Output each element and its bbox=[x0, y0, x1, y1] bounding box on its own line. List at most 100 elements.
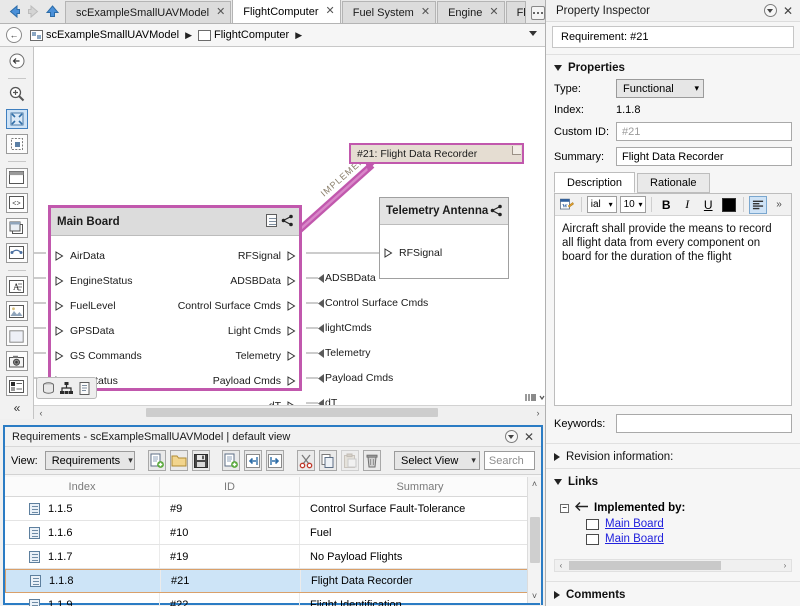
tab-engine[interactable]: Engine ✕ bbox=[437, 1, 504, 23]
breadcrumb-back-button[interactable]: ← bbox=[6, 27, 22, 43]
fit-to-view-icon[interactable] bbox=[6, 109, 28, 129]
model-canvas[interactable]: IMPLEMENTS #21: Flight Data Recorder Mai… bbox=[34, 47, 545, 405]
revision-information-section-header[interactable]: Revision information: bbox=[546, 443, 800, 468]
link-label[interactable]: Main Board bbox=[605, 518, 664, 530]
table-row-selected[interactable]: 1.1.8 #21 Flight Data Recorder bbox=[5, 569, 541, 593]
output-port-rfsignal[interactable]: RFSignal bbox=[238, 249, 296, 263]
input-port-rfsignal[interactable]: RFSignal bbox=[384, 246, 442, 260]
bold-button[interactable]: B bbox=[657, 196, 675, 214]
promote-button[interactable] bbox=[244, 450, 262, 471]
properties-section-header[interactable]: Properties bbox=[546, 54, 800, 79]
search-input[interactable]: Search bbox=[484, 451, 535, 470]
input-port-gs-commands[interactable]: GS Commands bbox=[55, 349, 142, 363]
hierarchy-icon[interactable] bbox=[59, 381, 74, 396]
tab-rationale[interactable]: Rationale bbox=[637, 173, 709, 193]
align-left-icon[interactable] bbox=[749, 196, 767, 214]
legend-icon[interactable] bbox=[6, 376, 28, 396]
tab-scexamplesmalluavmodel[interactable]: scExampleSmallUAVModel ✕ bbox=[65, 1, 231, 23]
requirement-annotation[interactable]: #21: Flight Data Recorder bbox=[349, 143, 524, 164]
description-editor[interactable]: W ial ▾ 10 ▾ B I U bbox=[554, 193, 792, 406]
output-port-adsbdata[interactable]: ADSBData bbox=[230, 274, 296, 288]
scrollbar-thumb[interactable] bbox=[569, 561, 721, 570]
tab-flightcomputer[interactable]: FlightComputer ✕ bbox=[232, 0, 340, 23]
column-header-id[interactable]: ID bbox=[160, 477, 300, 496]
input-port-fuellevel[interactable]: FuelLevel bbox=[55, 299, 116, 313]
document-icon[interactable] bbox=[266, 214, 277, 227]
reference-component-icon[interactable] bbox=[6, 218, 28, 238]
link-label[interactable]: Main Board bbox=[605, 533, 664, 545]
demote-button[interactable] bbox=[266, 450, 284, 471]
scrollbar-thumb[interactable] bbox=[530, 517, 540, 563]
close-icon[interactable]: ✕ bbox=[489, 7, 498, 18]
link-item[interactable]: Main Board bbox=[586, 518, 800, 530]
scroll-right-arrow[interactable]: › bbox=[779, 561, 791, 570]
column-header-index[interactable]: Index bbox=[5, 477, 160, 496]
underline-button[interactable]: U bbox=[699, 196, 717, 214]
back-arrow-icon[interactable] bbox=[6, 3, 23, 20]
new-requirement-set-button[interactable] bbox=[148, 450, 166, 471]
image-annotation-icon[interactable] bbox=[6, 301, 28, 321]
block-telemetry-antenna[interactable]: Telemetry Antenna RFSignal bbox=[379, 197, 509, 279]
description-text[interactable]: Aircraft shall provide the means to reco… bbox=[555, 216, 791, 270]
collapse-toggle[interactable]: − bbox=[560, 504, 569, 513]
save-button[interactable] bbox=[192, 450, 210, 471]
requirements-vertical-scrollbar[interactable]: ˄ ˅ bbox=[527, 477, 541, 603]
toolbar-overflow-button[interactable]: » bbox=[770, 196, 788, 214]
chevron-down-icon[interactable] bbox=[529, 31, 537, 36]
close-icon[interactable]: ✕ bbox=[524, 431, 534, 443]
component-icon[interactable] bbox=[6, 168, 28, 188]
keywords-field[interactable] bbox=[616, 414, 792, 433]
chevron-down-circle-icon[interactable] bbox=[505, 430, 518, 443]
paste-button[interactable] bbox=[341, 450, 359, 471]
input-port-airdata[interactable]: AirData bbox=[55, 249, 105, 263]
tab-flight-support[interactable]: Flight Suppo bbox=[506, 1, 526, 23]
copy-button[interactable] bbox=[319, 450, 337, 471]
zoom-in-icon[interactable] bbox=[6, 85, 28, 105]
export-to-word-icon[interactable]: W bbox=[558, 196, 576, 214]
scroll-up-arrow[interactable]: ˄ bbox=[532, 477, 537, 491]
font-size-dropdown[interactable]: 10 ▾ bbox=[620, 196, 647, 213]
scroll-left-arrow[interactable]: ‹ bbox=[34, 408, 48, 418]
view-dropdown[interactable]: Requirements ▾ bbox=[45, 451, 135, 470]
tab-description[interactable]: Description bbox=[554, 172, 635, 193]
select-view-dropdown[interactable]: Select View ▾ bbox=[394, 451, 480, 470]
block-context-toolbar[interactable] bbox=[36, 377, 97, 399]
share-icon[interactable] bbox=[490, 204, 503, 217]
output-port-control-surface-cmds[interactable]: Control Surface Cmds bbox=[178, 299, 296, 313]
close-icon[interactable]: ✕ bbox=[326, 6, 335, 17]
column-header-summary[interactable]: Summary bbox=[300, 477, 541, 496]
close-icon[interactable]: ✕ bbox=[421, 7, 430, 18]
font-family-dropdown[interactable]: ial ▾ bbox=[587, 196, 617, 213]
links-horizontal-scrollbar[interactable]: ‹ › bbox=[554, 559, 792, 572]
scroll-left-arrow[interactable]: ‹ bbox=[555, 561, 567, 570]
table-row[interactable]: 1.1.7 #19 No Payload Flights bbox=[5, 545, 541, 569]
comments-section-header[interactable]: Comments bbox=[546, 581, 800, 606]
cut-button[interactable] bbox=[297, 450, 315, 471]
breadcrumb-item-flightcomputer[interactable]: FlightComputer bbox=[198, 29, 289, 41]
breadcrumb-item-model[interactable]: scExampleSmallUAVModel bbox=[30, 29, 179, 41]
share-icon[interactable] bbox=[281, 214, 294, 227]
output-port-light-cmds[interactable]: Light Cmds bbox=[228, 324, 296, 338]
scrollbar-thumb[interactable] bbox=[146, 408, 438, 417]
data-icon[interactable] bbox=[41, 381, 56, 396]
variant-component-icon[interactable]: <> bbox=[6, 193, 28, 213]
summary-field[interactable]: Flight Data Recorder bbox=[616, 147, 792, 166]
adapter-icon[interactable] bbox=[6, 243, 28, 263]
zoom-region-icon[interactable] bbox=[6, 134, 28, 154]
close-icon[interactable]: ✕ bbox=[216, 7, 225, 18]
link-group-implemented-by[interactable]: − Implemented by: bbox=[560, 501, 800, 515]
output-port-telemetry[interactable]: Telemetry bbox=[235, 349, 296, 363]
links-section-header[interactable]: Links bbox=[546, 468, 800, 493]
up-arrow-icon[interactable] bbox=[44, 3, 61, 20]
area-icon[interactable] bbox=[6, 326, 28, 346]
canvas-resize-icon[interactable] bbox=[525, 392, 545, 403]
table-row[interactable]: 1.1.5 #9 Control Surface Fault-Tolerance bbox=[5, 497, 541, 521]
table-row[interactable]: 1.1.6 #10 Fuel bbox=[5, 521, 541, 545]
chevron-down-circle-icon[interactable] bbox=[764, 4, 777, 17]
open-button[interactable] bbox=[170, 450, 188, 471]
close-icon[interactable]: ✕ bbox=[783, 5, 793, 17]
annotation-text-icon[interactable]: A bbox=[6, 276, 28, 296]
delete-button[interactable] bbox=[363, 450, 381, 471]
input-port-enginestatus[interactable]: EngineStatus bbox=[55, 274, 132, 288]
text-color-button[interactable] bbox=[720, 196, 738, 214]
